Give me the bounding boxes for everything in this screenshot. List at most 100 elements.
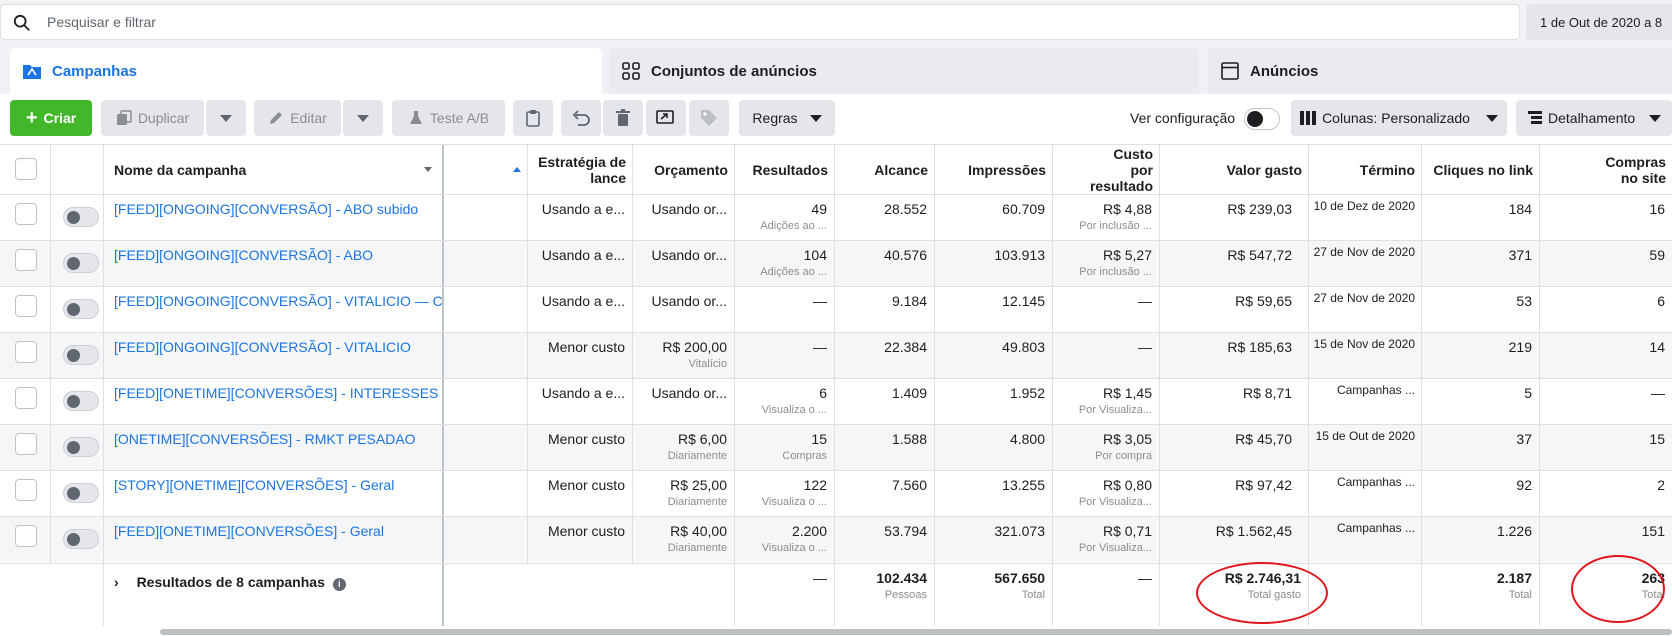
breakdown-button[interactable]: Detalhamento <box>1516 100 1672 136</box>
select-all-checkbox[interactable] <box>15 158 37 180</box>
campaign-name-link[interactable]: [FEED][ONETIME][CONVERSÕES] - Geral <box>114 523 384 539</box>
header-end-date[interactable]: Término <box>1309 145 1422 194</box>
cell-value: 1.952 <box>1009 385 1045 401</box>
header-budget[interactable]: Orçamento <box>633 145 735 194</box>
create-button[interactable]: + Criar <box>10 100 92 136</box>
select-cell <box>0 517 51 563</box>
table-row[interactable]: [STORY][ONETIME][CONVERSÕES] - Geral Meno… <box>0 470 1672 517</box>
horizontal-scrollbar[interactable] <box>160 629 1672 635</box>
campaign-name-link[interactable]: [FEED][ONGOING][CONVERSÃO] - ABO subido <box>114 201 418 217</box>
export-preview-button[interactable] <box>646 100 686 136</box>
header-sort-cell[interactable] <box>444 145 528 194</box>
select-cell <box>0 379 51 425</box>
tag-button[interactable] <box>689 100 729 136</box>
row-checkbox[interactable] <box>15 479 37 501</box>
cell-value: R$ 0,71 <box>1102 523 1152 539</box>
end-date-cell: Campanhas ... <box>1309 379 1422 425</box>
header-select-cell <box>0 145 51 194</box>
campaign-name-cell[interactable]: [FEED][ONGOING][CONVERSÃO] - ABO <box>104 241 444 287</box>
campaign-name-cell[interactable]: [FEED][ONGOING][CONVERSÃO] - VITALICIO <box>104 333 444 379</box>
summary-label: Resultados de 8 campanhas <box>136 574 325 590</box>
campaign-name-cell[interactable]: [ONETIME][CONVERSÕES] - RMKT PESADAO <box>104 425 444 471</box>
summary-label-cell[interactable]: › Resultados de 8 campanhas i <box>104 564 444 626</box>
duplicate-dropdown-button[interactable] <box>206 100 246 136</box>
tab-ads[interactable]: Anúncios <box>1208 48 1672 94</box>
campaign-toggle[interactable] <box>63 345 99 365</box>
campaign-name-cell[interactable]: [STORY][ONETIME][CONVERSÕES] - Geral <box>104 471 444 517</box>
edit-dropdown-button[interactable] <box>343 100 383 136</box>
clipboard-button[interactable] <box>513 100 553 136</box>
table-row[interactable]: [FEED][ONETIME][CONVERSÕES] - Geral Menor… <box>0 516 1672 563</box>
header-reach[interactable]: Alcance <box>835 145 935 194</box>
campaign-toggle[interactable] <box>63 207 99 227</box>
campaign-name-link[interactable]: [FEED][ONGOING][CONVERSÃO] - VITALICIO —… <box>114 293 442 309</box>
row-checkbox[interactable] <box>15 433 37 455</box>
tab-campaigns[interactable]: Campanhas <box>10 48 602 94</box>
row-checkbox[interactable] <box>15 249 37 271</box>
header-amount-spent[interactable]: Valor gasto <box>1160 145 1309 194</box>
row-checkbox[interactable] <box>15 295 37 317</box>
spent-cell: R$ 1.562,45 <box>1160 517 1309 563</box>
campaign-name-cell[interactable]: [FEED][ONGOING][CONVERSÃO] - ABO subido <box>104 195 444 241</box>
cell-value: 22.384 <box>884 339 927 355</box>
campaign-name-link[interactable]: [ONETIME][CONVERSÕES] - RMKT PESADAO <box>114 431 416 447</box>
end-date-cell: Campanhas ... <box>1309 471 1422 517</box>
ab-test-button[interactable]: Teste A/B <box>392 100 505 136</box>
trash-icon <box>616 109 630 126</box>
select-cell <box>0 287 51 333</box>
table-row[interactable]: [FEED][ONETIME][CONVERSÕES] - INTERESSES… <box>0 378 1672 425</box>
campaign-toggle[interactable] <box>63 253 99 273</box>
search-input[interactable] <box>47 14 1447 30</box>
header-link-clicks[interactable]: Cliques no link <box>1422 145 1540 194</box>
undo-button[interactable] <box>561 100 601 136</box>
campaign-name-link[interactable]: [FEED][ONGOING][CONVERSÃO] - VITALICIO <box>114 339 411 355</box>
campaign-name-link[interactable]: [FEED][ONGOING][CONVERSÃO] - ABO <box>114 247 373 263</box>
header-website-purchases[interactable]: Compras no site <box>1540 145 1672 194</box>
table-row[interactable]: [FEED][ONGOING][CONVERSÃO] - ABO subido U… <box>0 194 1672 241</box>
reach-cell: 7.560 <box>835 471 935 517</box>
impressions-cell: 12.145 <box>935 287 1053 333</box>
header-results[interactable]: Resultados <box>735 145 835 194</box>
date-range-picker[interactable]: 1 de Out de 2020 a 8 <box>1526 4 1672 40</box>
row-checkbox[interactable] <box>15 203 37 225</box>
rules-button[interactable]: Regras <box>739 100 835 136</box>
purchases-cell: 2 <box>1540 471 1672 517</box>
campaign-toggle[interactable] <box>63 299 99 319</box>
cell-value: 53.794 <box>884 523 927 539</box>
table-row[interactable]: [FEED][ONGOING][CONVERSÃO] - ABO Usando a… <box>0 240 1672 287</box>
campaign-name-link[interactable]: [STORY][ONETIME][CONVERSÕES] - Geral <box>114 477 394 493</box>
table-row[interactable]: [ONETIME][CONVERSÕES] - RMKT PESADAO Meno… <box>0 424 1672 471</box>
toggle-cell <box>51 471 104 517</box>
edit-button[interactable]: Editar <box>254 100 341 136</box>
impressions-cell: 103.913 <box>935 241 1053 287</box>
search-bar[interactable] <box>0 4 1520 40</box>
campaign-name-cell[interactable]: [FEED][ONETIME][CONVERSÕES] - INTERESSES… <box>104 379 444 425</box>
header-cost-per-result[interactable]: Custo por resultado <box>1053 145 1160 194</box>
tab-ad-sets[interactable]: Conjuntos de anúncios <box>609 48 1199 94</box>
table-row[interactable]: [FEED][ONGOING][CONVERSÃO] - VITALICIO Me… <box>0 332 1672 379</box>
campaign-name-cell[interactable]: [FEED][ONETIME][CONVERSÕES] - Geral <box>104 517 444 563</box>
delete-button[interactable] <box>603 100 643 136</box>
campaign-name-link[interactable]: [FEED][ONETIME][CONVERSÕES] - INTERESSES… <box>114 385 442 401</box>
table-row[interactable]: [FEED][ONGOING][CONVERSÃO] - VITALICIO —… <box>0 286 1672 333</box>
view-setting-toggle[interactable] <box>1244 108 1280 130</box>
header-bid-strategy[interactable]: Estratégia de lance <box>528 145 633 194</box>
columns-button[interactable]: Colunas: Personalizado <box>1291 100 1507 136</box>
header-campaign-name[interactable]: Nome da campanha <box>104 145 444 194</box>
duplicate-button[interactable]: Duplicar <box>101 100 204 136</box>
row-checkbox[interactable] <box>15 341 37 363</box>
campaign-name-cell[interactable]: [FEED][ONGOING][CONVERSÃO] - VITALICIO —… <box>104 287 444 333</box>
row-checkbox[interactable] <box>15 525 37 547</box>
campaign-toggle[interactable] <box>63 529 99 549</box>
summary-cost: — <box>1053 564 1160 626</box>
cell-value: 15 de Nov de 2020 <box>1313 337 1415 351</box>
campaign-toggle[interactable] <box>63 437 99 457</box>
header-impressions[interactable]: Impressões <box>935 145 1053 194</box>
cell-subtext: Por inclusão ... <box>1079 220 1152 232</box>
campaign-toggle[interactable] <box>63 483 99 503</box>
row-checkbox[interactable] <box>15 387 37 409</box>
impressions-cell: 1.952 <box>935 379 1053 425</box>
campaign-toggle[interactable] <box>63 391 99 411</box>
cell-value: R$ 8,71 <box>1242 385 1292 401</box>
header-label: Alcance <box>874 161 928 178</box>
